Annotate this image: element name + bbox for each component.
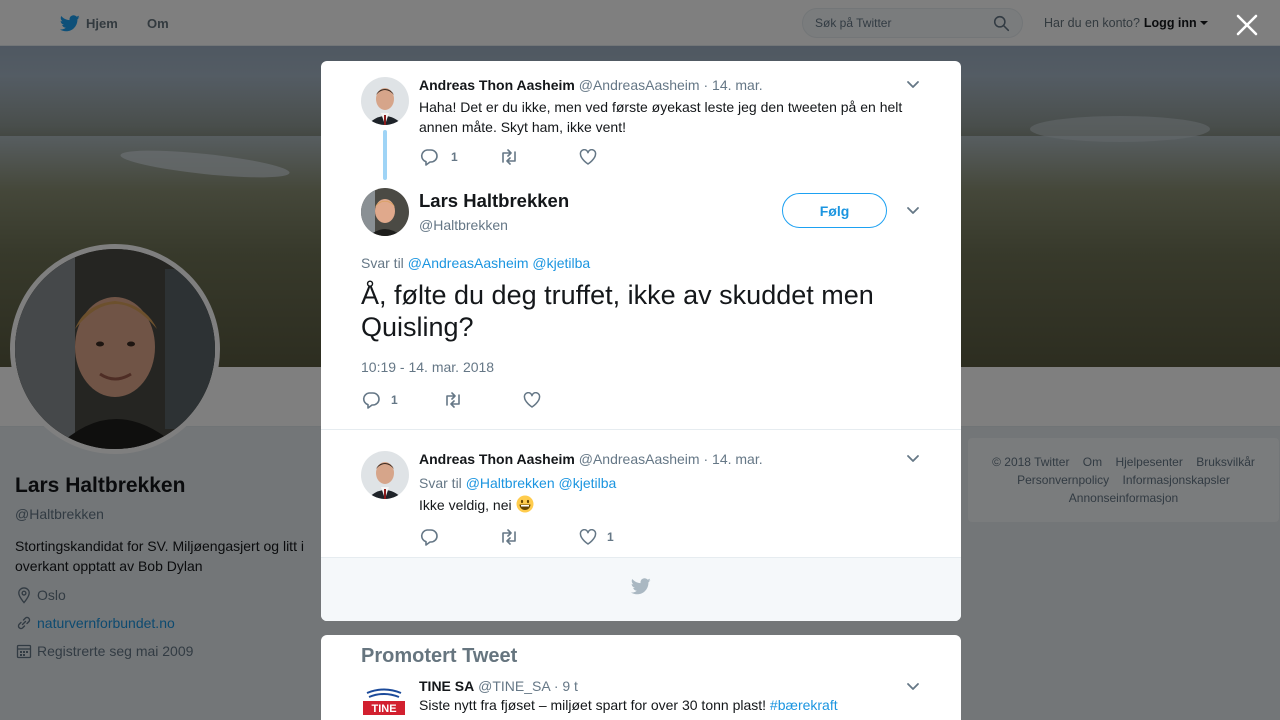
mention-link[interactable]: @AndreasAasheim: [408, 255, 529, 271]
separator-dot: ·: [553, 678, 559, 694]
like-icon: [523, 392, 541, 408]
reply-icon: [420, 149, 438, 166]
tweet-text: Siste nytt fra fjøset – miljøet spart fo…: [419, 695, 899, 715]
tine-logo[interactable]: TINE: [361, 687, 407, 719]
reply-icon: [362, 392, 380, 409]
tweet-text: Ikke veldig, nei: [419, 495, 921, 515]
reply-button[interactable]: [419, 528, 499, 546]
chevron-down-icon[interactable]: [905, 681, 921, 693]
chevron-down-icon[interactable]: [905, 453, 921, 465]
tweet-time[interactable]: 14. mar.: [712, 77, 763, 93]
close-icon[interactable]: [1234, 12, 1260, 38]
reply-tweet[interactable]: Andreas Thon Aasheim @AndreasAasheim · 1…: [361, 451, 921, 551]
reply-button[interactable]: 1: [419, 148, 499, 166]
like-button[interactable]: 1: [579, 529, 614, 545]
chevron-down-icon[interactable]: [905, 79, 921, 91]
reply-button[interactable]: 1: [361, 391, 443, 409]
promoted-tweet-card: Promotert Tweet TINE TINE SA @TINE_SA · …: [321, 635, 961, 720]
separator-dot: ·: [703, 77, 709, 93]
retweet-icon: [446, 392, 460, 408]
hashtag-link[interactable]: #bærekraft: [770, 697, 838, 713]
tweet-author-handle[interactable]: @TINE_SA: [478, 678, 550, 694]
tweet-timestamp[interactable]: 10:19 - 14. mar. 2018: [361, 359, 494, 375]
modal-footer: [321, 557, 961, 621]
reply-count: 1: [391, 393, 398, 407]
mention-link[interactable]: @kjetilba: [559, 475, 617, 491]
tweet-text: Haha! Det er du ikke, men ved første øye…: [419, 99, 903, 135]
grinning-emoji-icon: [516, 495, 533, 513]
mention-link[interactable]: @kjetilba: [532, 255, 590, 271]
thread-connector: [383, 130, 387, 180]
tweet-time[interactable]: 14. mar.: [712, 451, 763, 467]
divider: [321, 429, 961, 430]
main-tweet-actions: 1: [361, 390, 541, 410]
like-icon: [579, 529, 597, 545]
tweet-author-handle[interactable]: @AndreasAasheim: [579, 451, 700, 467]
like-icon: [579, 149, 597, 165]
follow-button[interactable]: Følg: [782, 193, 887, 228]
retweet-button[interactable]: [499, 149, 579, 165]
tweet-modal: Andreas Thon Aasheim @AndreasAasheim · 1…: [321, 61, 961, 621]
separator-dot: ·: [703, 451, 709, 467]
reply-count: 1: [451, 150, 458, 164]
promoted-title: Promotert Tweet: [361, 645, 518, 667]
main-tweet-text: Å, følte du deg truffet, ikke av skuddet…: [361, 280, 874, 342]
retweet-button[interactable]: [443, 392, 523, 408]
like-button[interactable]: [579, 149, 597, 165]
tweet-time[interactable]: 9 t: [562, 678, 578, 694]
mention-link[interactable]: @Haltbrekken: [466, 475, 555, 491]
tweet-author-handle[interactable]: @AndreasAasheim: [579, 77, 700, 93]
reply-context: Svar til @Haltbrekken @kjetilba: [419, 475, 921, 491]
tweet-text-content: Siste nytt fra fjøset – miljøet spart fo…: [419, 697, 767, 713]
parent-tweet[interactable]: Andreas Thon Aasheim @AndreasAasheim · 1…: [361, 77, 921, 167]
avatar[interactable]: [361, 451, 409, 499]
retweet-button[interactable]: [499, 529, 579, 545]
tine-logo-text: TINE: [371, 703, 396, 715]
reply-prefix: Svar til: [361, 255, 404, 271]
chevron-down-icon[interactable]: [905, 205, 921, 217]
reply-icon: [420, 529, 438, 546]
retweet-icon: [502, 529, 516, 545]
reply-prefix: Svar til: [419, 475, 462, 491]
twitter-bird-icon: [631, 578, 651, 595]
reply-context: Svar til @AndreasAasheim @kjetilba: [361, 255, 590, 271]
tweet-author-name[interactable]: Andreas Thon Aasheim: [419, 77, 575, 93]
like-button[interactable]: [523, 392, 541, 408]
retweet-icon: [502, 149, 516, 165]
tweet-author-name[interactable]: TINE SA: [419, 678, 474, 694]
tweet-author-name[interactable]: Andreas Thon Aasheim: [419, 451, 575, 467]
like-count: 1: [607, 530, 614, 544]
avatar[interactable]: [361, 188, 409, 236]
avatar[interactable]: [361, 77, 409, 125]
tweet-text-content: Ikke veldig, nei: [419, 497, 512, 513]
